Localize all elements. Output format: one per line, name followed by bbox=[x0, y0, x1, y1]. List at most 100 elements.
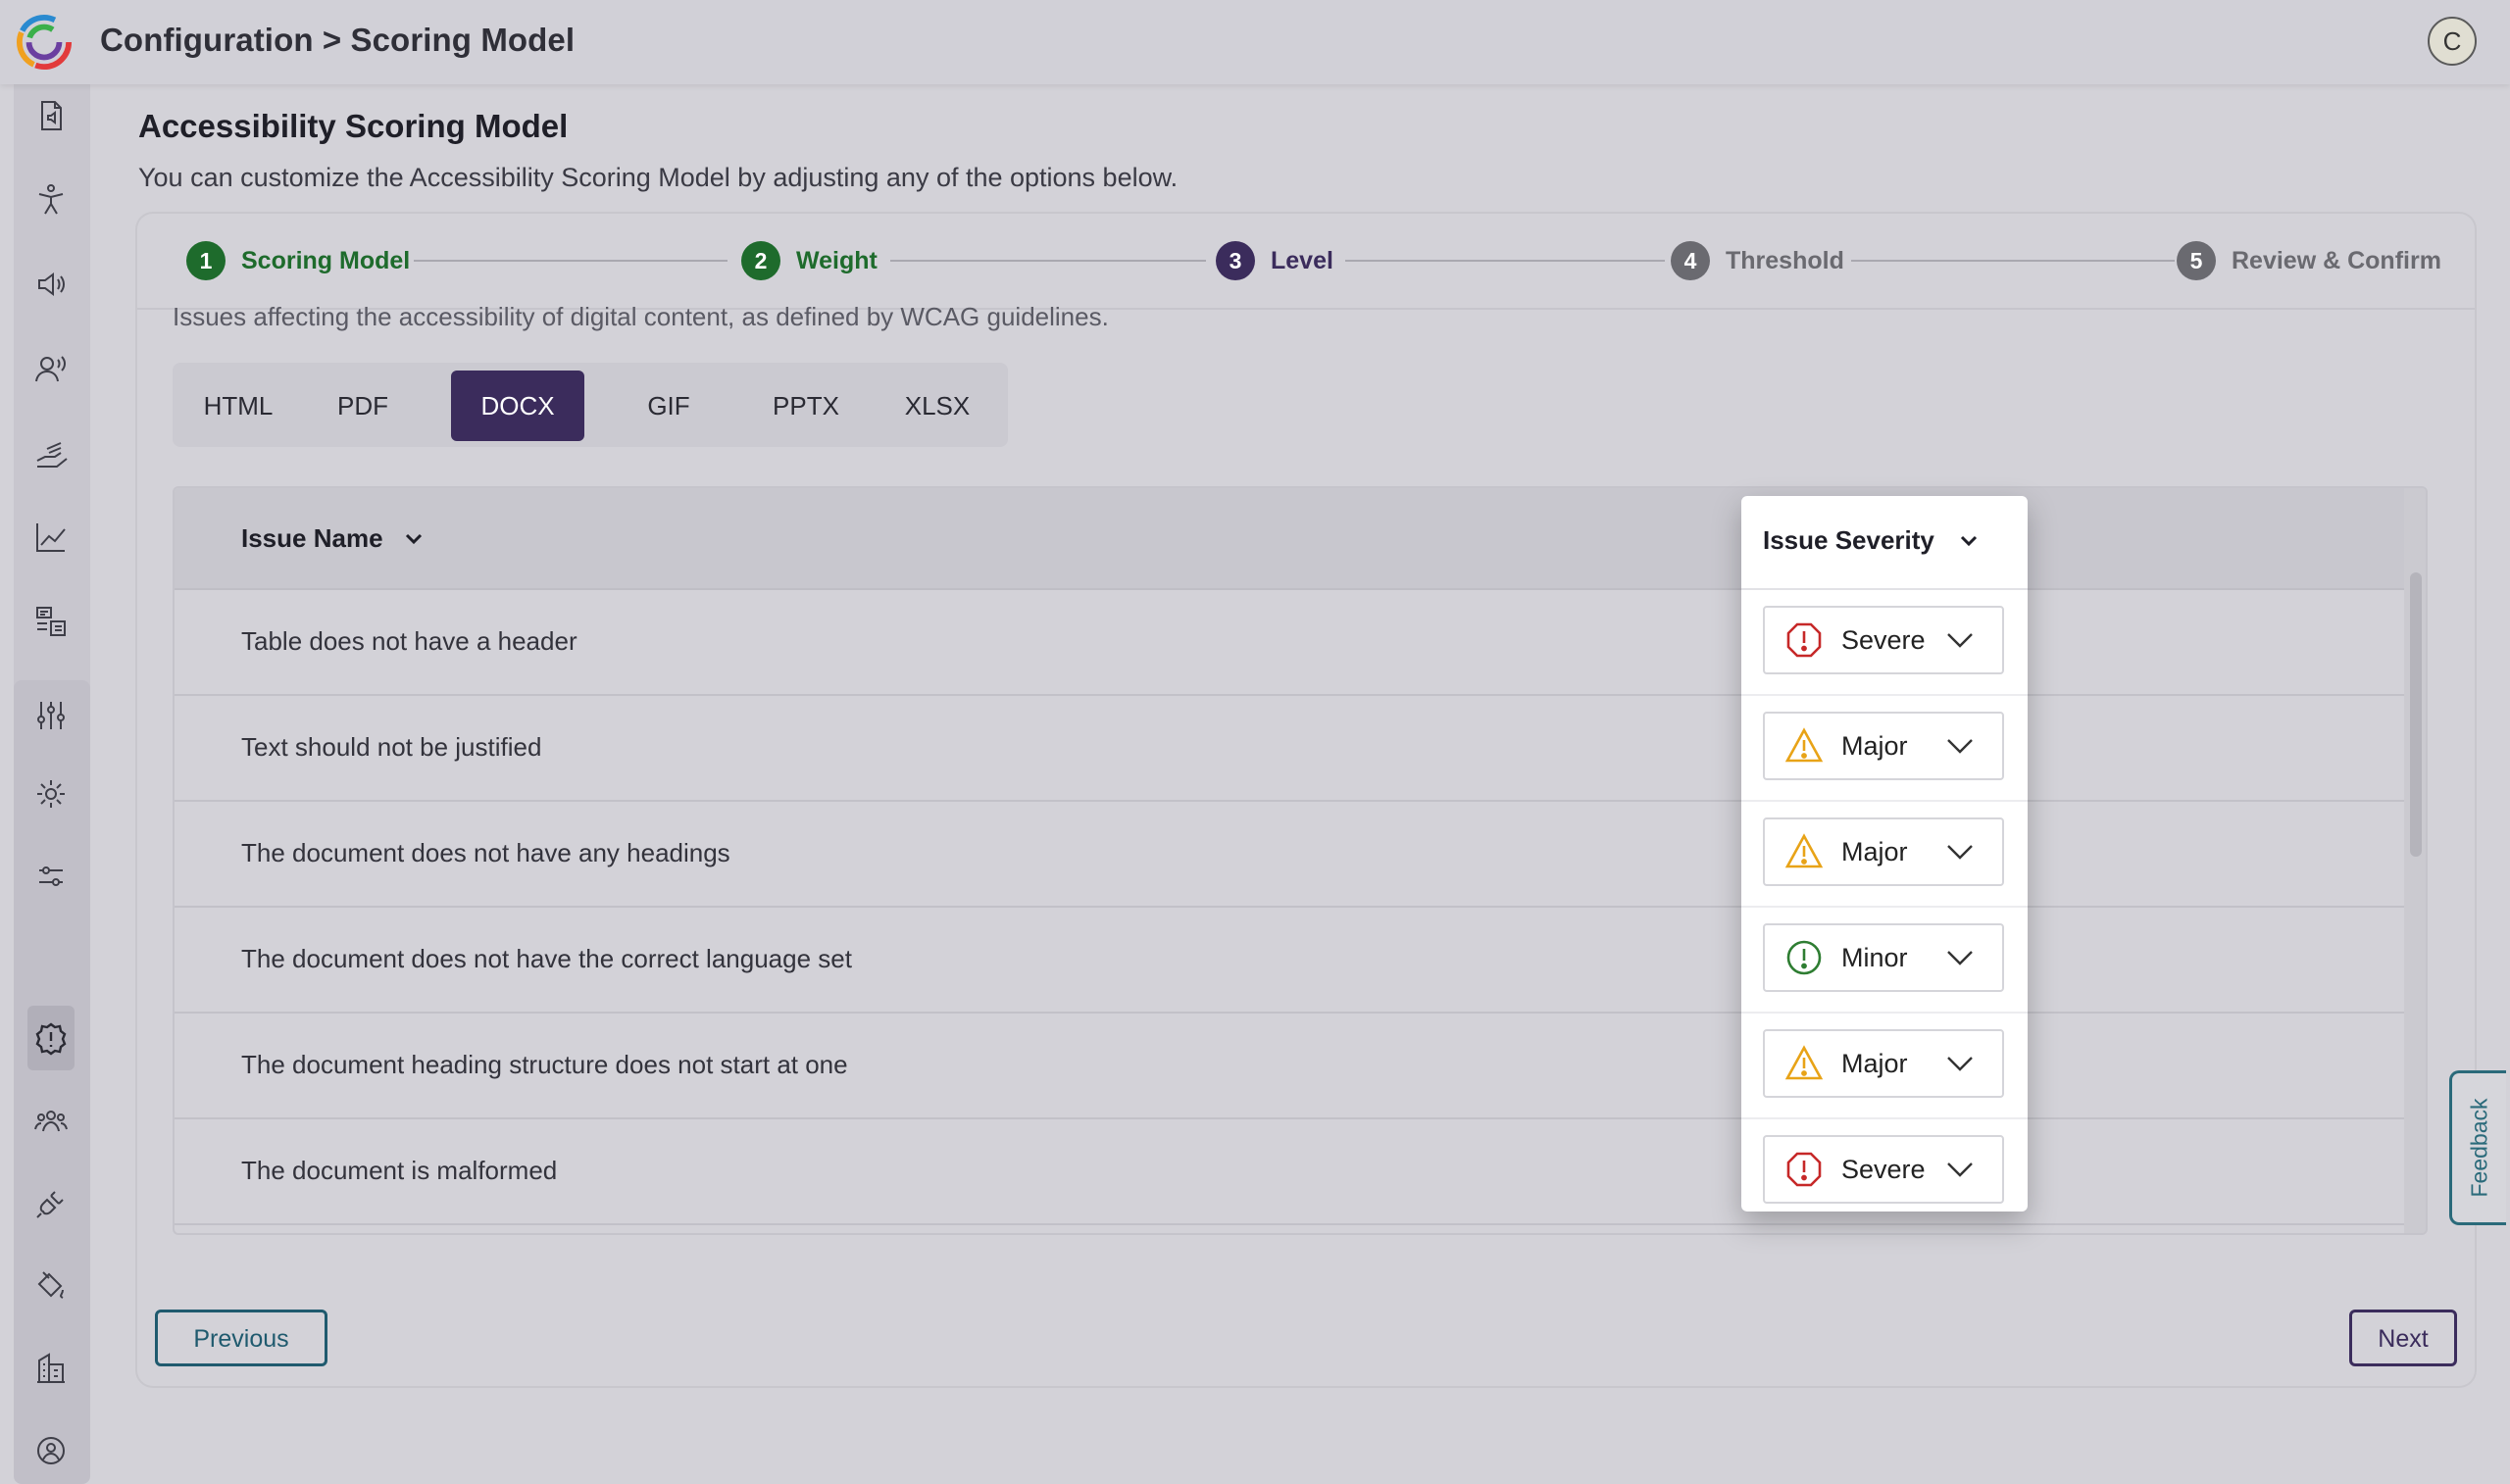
issue-name: The document is malformed bbox=[241, 1156, 558, 1185]
paint-bucket-icon[interactable] bbox=[29, 1264, 73, 1308]
step-number: 2 bbox=[741, 241, 780, 280]
step-connector bbox=[1345, 260, 1665, 262]
table-header: Issue Name bbox=[175, 488, 2404, 590]
step-label: Level bbox=[1271, 246, 1333, 274]
step-number: 5 bbox=[2177, 241, 2216, 280]
section-description: Issues affecting the accessibility of di… bbox=[173, 302, 1109, 331]
column-label: Issue Severity bbox=[1763, 525, 1934, 555]
step-number: 3 bbox=[1216, 241, 1255, 280]
tab-gif[interactable]: GIF bbox=[608, 371, 729, 441]
format-tabs: HTML PDF DOCX GIF PPTX XLSX bbox=[173, 363, 1008, 447]
tab-pdf[interactable]: PDF bbox=[308, 371, 418, 441]
document-audio-icon[interactable] bbox=[29, 94, 73, 137]
severe-octagon-icon bbox=[1784, 1150, 1824, 1189]
line-chart-icon[interactable] bbox=[29, 516, 73, 559]
issue-name: The document does not have any headings bbox=[241, 838, 730, 867]
stepper: 1 Scoring Model 2 Weight 3 Level 4 Thres… bbox=[137, 214, 2475, 310]
chevron-down-icon bbox=[405, 533, 422, 544]
column-issue-severity[interactable]: Issue Severity bbox=[1763, 525, 1982, 556]
severity-value: Major bbox=[1841, 730, 1908, 761]
severity-select[interactable]: Major bbox=[1763, 1029, 2004, 1098]
next-button[interactable]: Next bbox=[2349, 1310, 2457, 1366]
warning-triangle-icon bbox=[1784, 726, 1824, 766]
step-label: Review & Confirm bbox=[2232, 246, 2441, 274]
step-level[interactable]: 3 Level bbox=[1216, 239, 1333, 282]
severity-value: Major bbox=[1841, 1048, 1908, 1078]
step-weight[interactable]: 2 Weight bbox=[741, 239, 878, 282]
issue-name: The document heading structure does not … bbox=[241, 1050, 848, 1079]
page-title: Accessibility Scoring Model bbox=[138, 108, 569, 144]
voice-user-icon[interactable] bbox=[29, 347, 73, 390]
step-label: Scoring Model bbox=[241, 246, 411, 274]
severity-row: Major bbox=[1741, 696, 2028, 802]
scoring-model-card: 1 Scoring Model 2 Weight 3 Level 4 Thres… bbox=[137, 214, 2475, 1386]
severity-select[interactable]: Severe bbox=[1763, 1135, 2004, 1204]
plug-icon[interactable] bbox=[29, 1182, 73, 1225]
chevron-down-icon bbox=[1947, 633, 1973, 648]
severity-select[interactable]: Minor bbox=[1763, 923, 2004, 992]
breadcrumb: Configuration > Scoring Model bbox=[100, 22, 576, 58]
filter-adjust-icon[interactable] bbox=[29, 855, 73, 898]
tab-pptx[interactable]: PPTX bbox=[739, 371, 873, 441]
issue-name: Text should not be justified bbox=[241, 732, 542, 762]
accessibility-person-icon[interactable] bbox=[29, 178, 73, 222]
building-icon[interactable] bbox=[29, 1347, 73, 1390]
step-connector bbox=[1851, 260, 2175, 262]
severity-select[interactable]: Severe bbox=[1763, 606, 2004, 674]
step-review-confirm[interactable]: 5 Review & Confirm bbox=[2177, 239, 2441, 282]
gear-icon[interactable] bbox=[29, 772, 73, 816]
severity-row: Major bbox=[1741, 1014, 2028, 1119]
severity-value: Severe bbox=[1841, 624, 1926, 655]
step-label: Threshold bbox=[1726, 246, 1844, 274]
sliders-icon[interactable] bbox=[29, 694, 73, 737]
feedback-label: Feedback bbox=[2466, 1098, 2491, 1198]
step-threshold[interactable]: 4 Threshold bbox=[1671, 239, 1844, 282]
scoring-model-icon[interactable] bbox=[29, 1017, 73, 1061]
top-bar: Configuration > Scoring Model C bbox=[0, 0, 2510, 84]
table-row: Text should not be justified bbox=[175, 696, 2404, 802]
app-logo-icon[interactable] bbox=[16, 14, 73, 71]
speaker-icon[interactable] bbox=[29, 263, 73, 306]
step-scoring-model[interactable]: 1 Scoring Model bbox=[186, 239, 410, 282]
issue-name: The document does not have the correct l… bbox=[241, 944, 852, 973]
severity-select[interactable]: Major bbox=[1763, 817, 2004, 886]
step-number: 1 bbox=[186, 241, 226, 280]
user-settings-icon[interactable] bbox=[29, 1429, 73, 1472]
severity-row: Major bbox=[1741, 802, 2028, 908]
severity-value: Major bbox=[1841, 836, 1908, 866]
scrollbar-thumb[interactable] bbox=[2410, 572, 2422, 857]
warning-triangle-icon bbox=[1784, 832, 1824, 871]
chevron-down-icon bbox=[1947, 951, 1973, 965]
severity-value: Severe bbox=[1841, 1154, 1926, 1184]
warning-triangle-icon bbox=[1784, 1044, 1824, 1083]
chevron-down-icon bbox=[1947, 1162, 1973, 1177]
page-subtitle: You can customize the Accessibility Scor… bbox=[138, 163, 1179, 192]
severe-octagon-icon bbox=[1784, 620, 1824, 660]
step-number: 4 bbox=[1671, 241, 1710, 280]
tab-docx[interactable]: DOCX bbox=[451, 371, 584, 441]
tab-html[interactable]: HTML bbox=[182, 371, 294, 441]
table-row: The document is malformed bbox=[175, 1119, 2404, 1225]
chevron-down-icon bbox=[1947, 845, 1973, 860]
feedback-tab[interactable]: Feedback bbox=[2449, 1070, 2506, 1225]
table-row: Table does not have a header bbox=[175, 590, 2404, 696]
column-label: Issue Name bbox=[241, 523, 383, 553]
severity-row: Severe bbox=[1741, 590, 2028, 696]
issues-table: Issue Name Table does not have a header … bbox=[173, 486, 2428, 1235]
list-form-icon[interactable] bbox=[29, 600, 73, 643]
chevron-down-icon bbox=[1960, 535, 1977, 546]
info-circle-icon bbox=[1784, 938, 1824, 977]
issue-name: Table does not have a header bbox=[241, 626, 577, 656]
column-issue-name[interactable]: Issue Name bbox=[241, 523, 427, 554]
hand-tools-icon[interactable] bbox=[29, 431, 73, 474]
previous-button[interactable]: Previous bbox=[155, 1310, 327, 1366]
severity-select[interactable]: Major bbox=[1763, 712, 2004, 780]
severity-header[interactable]: Issue Severity bbox=[1741, 496, 2028, 590]
table-scrollbar[interactable] bbox=[2404, 488, 2426, 1233]
severity-row: Severe bbox=[1741, 1119, 2028, 1223]
severity-row: Minor bbox=[1741, 908, 2028, 1014]
sidebar bbox=[0, 84, 104, 1484]
avatar[interactable]: C bbox=[2428, 17, 2477, 66]
team-icon[interactable] bbox=[29, 1100, 73, 1143]
tab-xlsx[interactable]: XLSX bbox=[875, 371, 1000, 441]
